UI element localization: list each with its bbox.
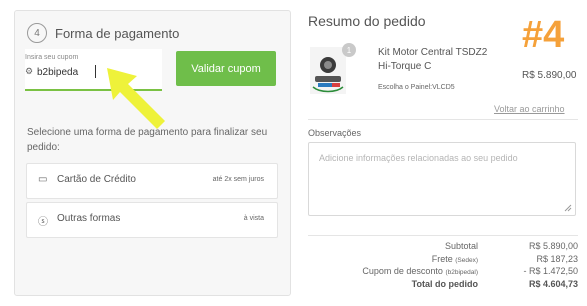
- observations-textarea[interactable]: Adicione informações relacionadas ao seu…: [308, 142, 576, 216]
- credit-card-icon: ▭: [38, 174, 48, 185]
- product-name: Kit Motor Central TSDZ2 Hi-Torque C: [378, 47, 488, 72]
- quantity-badge: 1: [342, 43, 356, 57]
- pointer-arrow-icon: [107, 68, 165, 129]
- payment-method-other[interactable]: ⓢ Outras formas à vista: [26, 202, 278, 238]
- step-number-badge: 4: [27, 23, 47, 43]
- divider: [308, 235, 578, 236]
- payment-method-credit-card[interactable]: ▭ Cartão de Crédito até 2x sem juros: [26, 163, 278, 199]
- discount-label-group: Cupom de desconto (b2bipedal): [362, 266, 478, 276]
- shipping-label: Frete: [431, 253, 453, 264]
- back-to-cart-link[interactable]: Voltar ao carrinho: [494, 104, 565, 114]
- payment-method-note: até 2x sem juros: [212, 176, 264, 183]
- subtotal-value: R$ 5.890,00: [528, 241, 578, 251]
- summary-title: Resumo do pedido: [308, 13, 426, 29]
- payment-method-note: à vista: [243, 215, 264, 222]
- discount-row: Cupom de desconto (b2bipedal) - R$ 1.472…: [308, 266, 578, 279]
- discount-code: (b2bipedal): [445, 269, 478, 276]
- payment-method-label: Cartão de Crédito: [57, 174, 136, 185]
- payment-panel: 4 Forma de pagamento Insira seu cupom ⚙ …: [14, 10, 291, 296]
- subtotal-row: Subtotal R$ 5.890,00: [308, 241, 578, 254]
- product-option: Escolha o Painel:VLCD5: [378, 84, 455, 91]
- dollar-circle-icon: ⓢ: [38, 217, 48, 228]
- order-totals: Subtotal R$ 5.890,00 Frete (Sedex) R$ 18…: [308, 241, 578, 291]
- product-price: R$ 5.890,00: [522, 70, 577, 81]
- observations-placeholder: Adicione informações relacionadas ao seu…: [319, 153, 518, 163]
- coupon-tag-icon: ⚙: [25, 66, 34, 76]
- shipping-value: R$ 187,23: [536, 253, 578, 264]
- shipping-method: (Sedex): [455, 256, 478, 264]
- discount-label: Cupom de desconto: [362, 266, 443, 276]
- step-annotation: #4: [522, 14, 565, 56]
- payment-step-header: 4 Forma de pagamento: [27, 23, 179, 43]
- shipping-label-group: Frete (Sedex): [432, 254, 478, 264]
- validate-coupon-button[interactable]: Validar cupom: [176, 51, 276, 86]
- product-image: [310, 47, 346, 94]
- resize-handle-icon[interactable]: [564, 204, 572, 212]
- total-row: Total do pedido R$ 4.604,73: [308, 279, 578, 292]
- text-cursor: [95, 65, 96, 78]
- coupon-label: Insira seu cupom: [25, 54, 79, 61]
- total-label: Total do pedido: [411, 278, 478, 289]
- discount-value: - R$ 1.472,50: [523, 266, 578, 276]
- divider: [308, 119, 578, 120]
- subtotal-label: Subtotal: [444, 241, 478, 251]
- total-value: R$ 4.604,73: [528, 278, 578, 289]
- payment-title: Forma de pagamento: [55, 25, 180, 41]
- payment-method-label: Outras formas: [57, 213, 121, 224]
- payment-instruction: Selecione uma forma de pagamento para fi…: [27, 127, 268, 153]
- observations-label: Observações: [308, 128, 362, 138]
- shipping-row: Frete (Sedex) R$ 187,23: [308, 254, 578, 267]
